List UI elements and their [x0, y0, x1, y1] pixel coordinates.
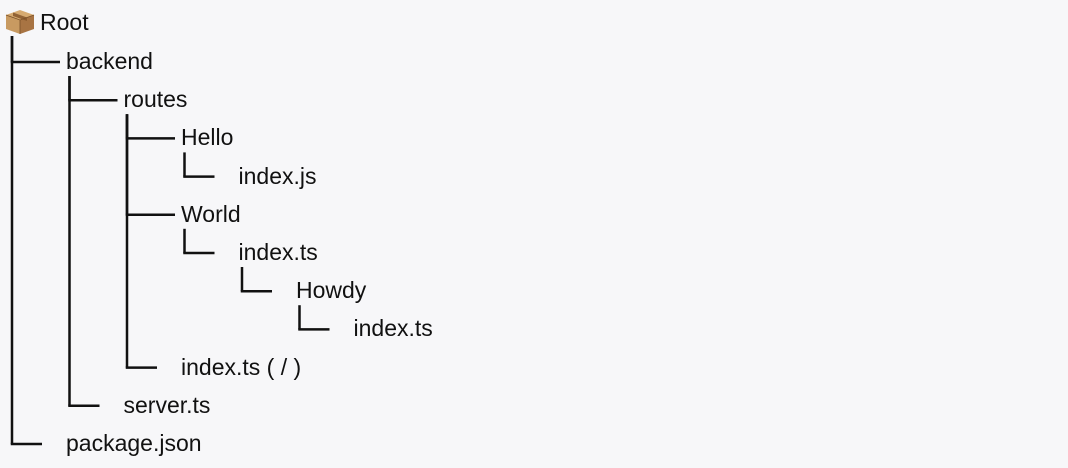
tree-node-label: package.json: [66, 430, 202, 456]
tree-node-label: Howdy: [296, 277, 367, 304]
tree-node-label: Hello: [181, 124, 234, 151]
tree-node-label: World: [181, 200, 241, 227]
tree-node-label: backend: [66, 48, 153, 74]
file-tree: Root backend routes Hello index.js World inde…: [0, 0, 1068, 468]
tree-node-label: index.ts: [238, 239, 318, 265]
tree-root-label: Root: [40, 9, 89, 35]
tree-node-label: index.ts ( / ): [181, 353, 302, 380]
tree-node-label: index.ts: [353, 315, 433, 342]
package-icon: [5, 10, 35, 34]
tree-node-label: index.js: [238, 162, 317, 189]
tree-node-label: routes: [123, 86, 188, 113]
tree-node-label: server.ts: [123, 391, 211, 418]
